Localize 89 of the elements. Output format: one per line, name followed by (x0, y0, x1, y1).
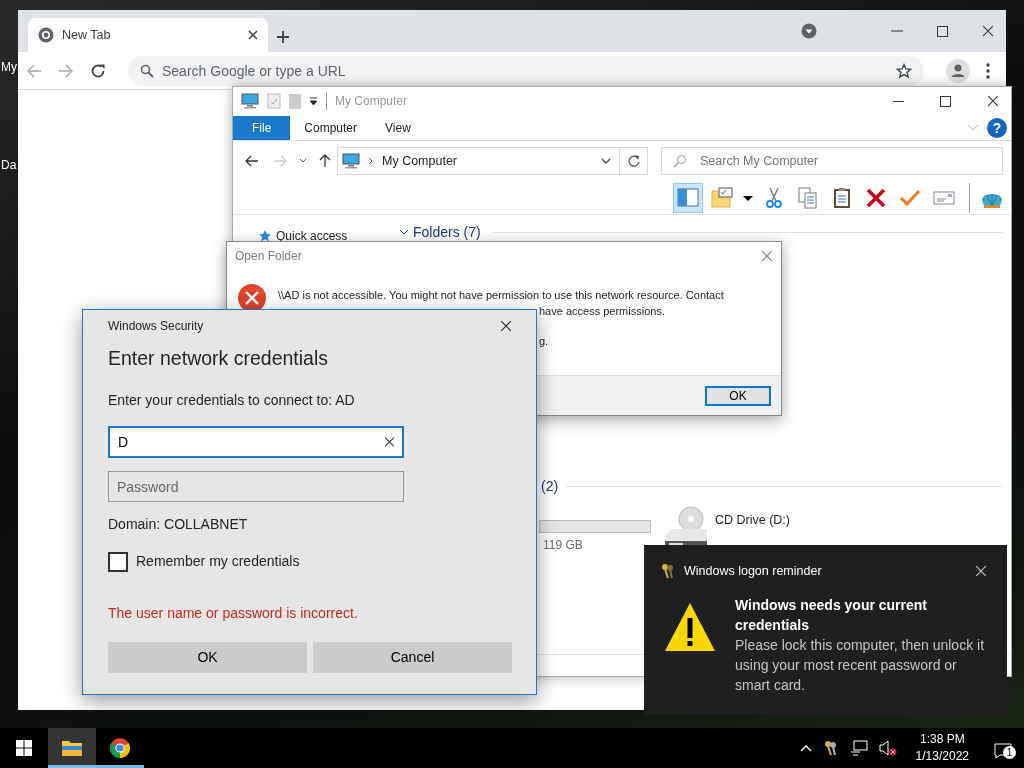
ribbon-tab[interactable]: View (371, 115, 425, 140)
panes-icon[interactable] (676, 185, 700, 210)
error-message: g. (539, 334, 549, 349)
close-icon (987, 95, 999, 107)
computer-icon (342, 153, 360, 169)
maximize-button[interactable] (940, 95, 951, 107)
checkbox-label[interactable]: Remember my credentials (136, 551, 300, 572)
volume-muted-icon[interactable] (878, 740, 897, 756)
close-icon (982, 25, 994, 37)
up-button[interactable] (319, 154, 331, 168)
close-button[interactable] (982, 25, 994, 37)
back-icon (26, 62, 42, 79)
tab-close-button[interactable] (248, 30, 258, 40)
cancel-button[interactable]: Cancel (313, 642, 512, 673)
close-icon (761, 250, 773, 262)
close-button[interactable] (500, 320, 512, 332)
star-icon (258, 229, 272, 243)
browser-logo-icon (109, 736, 131, 759)
reload-icon (90, 62, 106, 79)
reload-button[interactable] (90, 62, 106, 79)
file-explorer-taskbar-button[interactable] (48, 728, 96, 768)
desktop-icon-label: My (1, 60, 17, 74)
drive-size-text: 119 GB (542, 537, 584, 554)
new-tab-icon (276, 30, 290, 44)
tab-close-icon (248, 30, 258, 40)
star-icon[interactable] (896, 62, 912, 79)
toast-message: Please lock this computer, then unlock it using your most recent password or smart card. (735, 635, 986, 695)
window-title: My Computer (326, 92, 408, 110)
new-tab-button[interactable] (276, 30, 290, 44)
ok-button[interactable]: OK (108, 642, 307, 673)
network-icon[interactable] (849, 740, 868, 756)
computer-icon (241, 93, 259, 109)
group-header[interactable]: (2) (541, 476, 559, 497)
up-icon (319, 154, 331, 168)
tab-search-button[interactable] (801, 23, 817, 39)
password-field[interactable]: Password (108, 471, 404, 502)
search-field[interactable]: Search My Computer (661, 147, 1003, 175)
toast-app-name: Windows logon reminder (684, 563, 823, 580)
forward-icon (58, 62, 74, 79)
dropdown-icon[interactable] (601, 158, 611, 164)
maximize-icon (940, 95, 951, 107)
close-button[interactable] (987, 95, 999, 107)
dialog-title: Windows Security (108, 318, 204, 335)
back-icon (245, 155, 259, 167)
dialog-title: Open Folder (235, 248, 302, 265)
clear-icon[interactable] (384, 436, 395, 448)
username-field[interactable]: D (108, 426, 404, 458)
error-message: have access permissions. (539, 304, 666, 319)
error-message: \\AD is not accessible. You might not have permission to use this network resource. Contact (278, 288, 724, 303)
windows-logo-icon (16, 740, 32, 756)
error-text: The user name or password is incorrect. (108, 604, 358, 622)
message-icon (994, 742, 1012, 759)
browser-tab[interactable]: New Tab (28, 18, 268, 52)
close-icon (500, 320, 512, 332)
show-hidden-icons-icon[interactable] (799, 744, 812, 752)
checkbox[interactable] (108, 551, 128, 572)
refresh-icon (626, 154, 641, 168)
browser-logo-icon (38, 27, 54, 43)
recent-locations-icon (299, 158, 307, 164)
forward-icon (273, 155, 287, 167)
ok-button[interactable]: OK (705, 385, 771, 406)
group-header[interactable]: Folders (7) (413, 222, 481, 243)
keys-icon (660, 563, 676, 580)
ribbon-tab[interactable]: Computer (290, 115, 372, 140)
search-icon (140, 63, 154, 78)
prompt-text: Enter your credentials to connect to: AD (108, 391, 355, 410)
desktop-icon-label: Da (1, 158, 17, 172)
maximize-button[interactable] (937, 25, 948, 37)
dropdown-icon[interactable] (309, 96, 318, 106)
nav-item[interactable]: Quick access (258, 227, 348, 245)
taskbar-clock[interactable]: 1:38 PM 1/13/2022 (915, 731, 969, 765)
back-button[interactable] (245, 155, 259, 167)
tab-search-icon (801, 23, 817, 39)
help-button[interactable]: ? (987, 117, 1007, 138)
ribbon-tab[interactable]: File (233, 115, 291, 140)
recent-locations-button[interactable] (299, 158, 307, 164)
address-bar[interactable]: My Computer (337, 147, 648, 175)
maximize-icon (937, 25, 948, 37)
folder-icon[interactable] (710, 185, 734, 210)
dialog-heading: Enter network credentials (108, 346, 329, 371)
search-icon (673, 154, 687, 168)
close-icon (975, 565, 987, 578)
toast-title: Windows needs your current credentials (735, 595, 928, 635)
domain-text: Domain: COLLABNET (108, 515, 248, 533)
chevron-icon (368, 157, 374, 165)
collapse-icon[interactable] (399, 229, 409, 236)
address-bar[interactable]: Search Google or type a URL (128, 55, 924, 86)
keys-icon[interactable] (822, 740, 839, 756)
folder-icon (61, 738, 83, 757)
